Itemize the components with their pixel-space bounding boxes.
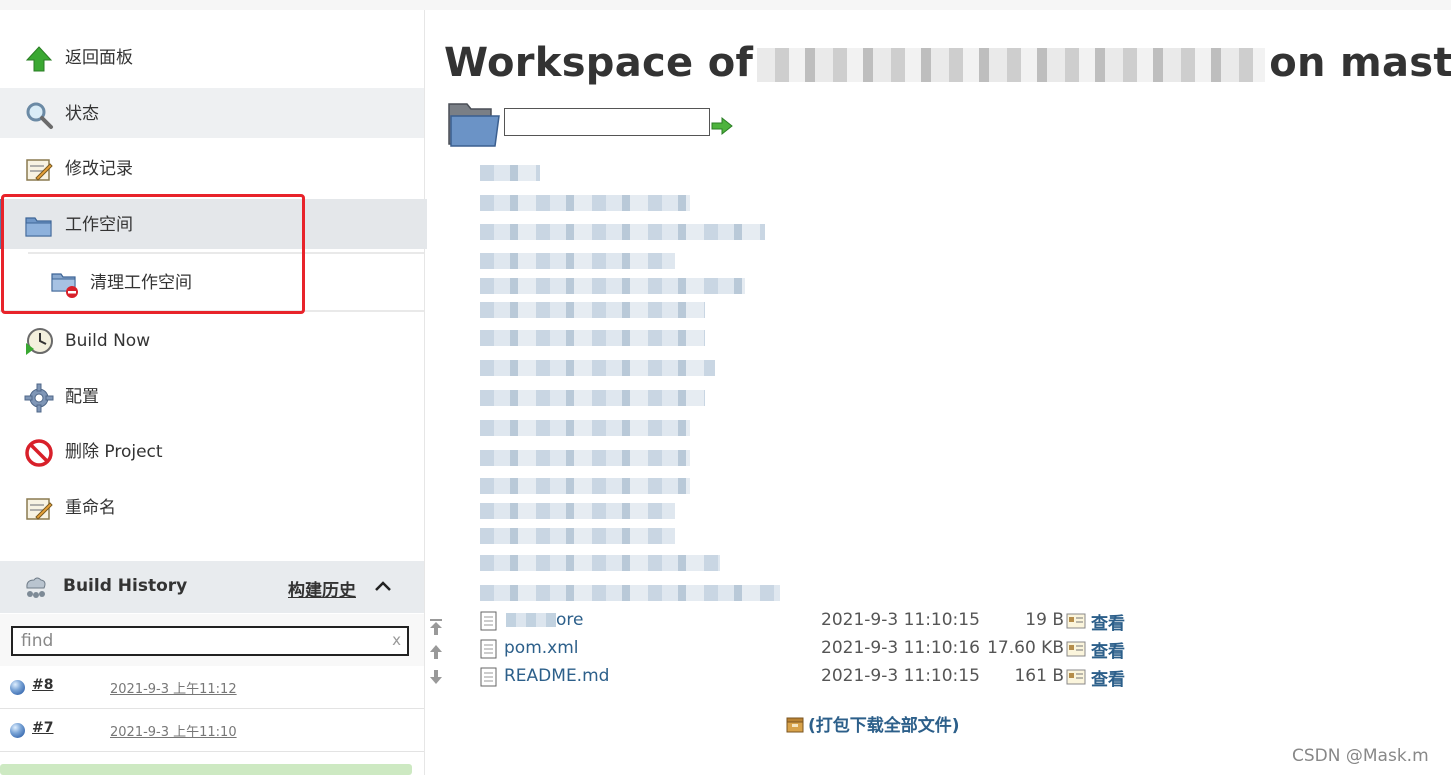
status-tooltip-bar (0, 764, 412, 775)
sidebar-item-wipe-workspace[interactable]: 清理工作空间 (0, 257, 424, 309)
build-number-link[interactable]: #7 (32, 720, 53, 736)
sidebar-item-status[interactable]: 状态 (0, 88, 424, 138)
file-icon (480, 667, 497, 687)
file-row: pom.xml 2021-9-3 11:10:16 17.60 KB 查看 (480, 637, 1180, 662)
sidebar-item-build-now[interactable]: Build Now (0, 315, 424, 367)
file-size: 17.60 KB (987, 638, 1064, 658)
page-title-prefix: Workspace of (444, 40, 754, 86)
no-entry-icon (25, 439, 53, 467)
sidebar-item-label: Build Now (65, 331, 151, 351)
file-date: 2021-9-3 11:10:16 (821, 638, 980, 658)
build-status-ball-icon (10, 723, 25, 738)
build-search-bar: find x (0, 614, 424, 666)
view-file-link[interactable]: 查看 (1091, 637, 1125, 662)
download-all-label: (打包下载全部文件) (808, 716, 960, 736)
scroll-top-icon[interactable] (429, 618, 443, 636)
sidebar-item-changes[interactable]: 修改记录 (0, 143, 424, 195)
build-search-placeholder: find (21, 631, 54, 651)
page-title: Workspace of on master (444, 40, 1451, 86)
sidebar-item-label: 重命名 (65, 498, 116, 518)
up-arrow-icon (25, 46, 53, 72)
view-file-link[interactable]: 查看 (1091, 609, 1125, 634)
build-trend-link[interactable]: 构建历史 (288, 576, 356, 601)
build-history-header: Build History 构建历史 (0, 561, 424, 613)
scroll-up-icon[interactable] (429, 644, 443, 660)
view-file-link[interactable]: 查看 (1091, 665, 1125, 690)
sidebar-item-label: 返回面板 (65, 48, 133, 68)
sidebar-item-workspace[interactable]: 工作空间 (0, 199, 427, 249)
build-status-ball-icon (10, 680, 25, 695)
redacted-job-name (757, 48, 1266, 82)
sidebar-item-label: 删除 Project (65, 442, 163, 462)
download-all-link[interactable]: (打包下载全部文件) (786, 711, 960, 736)
chevron-up-icon[interactable] (374, 579, 392, 593)
search-icon (26, 102, 53, 129)
file-size: 161 B (1014, 666, 1064, 686)
sidebar-item-label: 工作空间 (65, 215, 133, 235)
file-icon (480, 639, 497, 659)
clock-play-icon (26, 328, 53, 355)
build-date-link[interactable]: 2021-9-3 上午11:12 (110, 678, 237, 697)
page-title-suffix: on master (1269, 40, 1451, 86)
file-row: README.md 2021-9-3 11:10:15 161 B 查看 (480, 665, 1180, 690)
file-name-link[interactable]: pom.xml (504, 638, 579, 658)
package-icon (786, 717, 804, 733)
view-file-icon (1066, 669, 1086, 685)
build-history-title: Build History (63, 576, 188, 596)
sidebar-item-back-to-dashboard[interactable]: 返回面板 (0, 32, 424, 84)
file-icon (480, 611, 497, 631)
folder-delete-icon (51, 273, 78, 298)
sidebar-item-delete-project[interactable]: 删除 Project (0, 426, 424, 478)
sidebar-item-configure[interactable]: 配置 (0, 371, 424, 423)
scroll-buttons (426, 616, 446, 692)
build-history-icon (26, 577, 46, 598)
notepad-icon (26, 498, 53, 520)
folder-icon (25, 217, 52, 237)
build-number-link[interactable]: #8 (32, 677, 53, 693)
file-row: ore 2021-9-3 11:10:15 19 B 查看 (480, 609, 1180, 634)
gear-icon (24, 383, 54, 413)
sidebar-item-label: 清理工作空间 (90, 273, 192, 293)
build-row: #7 2021-9-3 上午11:10 (0, 709, 424, 752)
view-file-icon (1066, 613, 1086, 629)
notepad-icon (26, 159, 53, 181)
view-file-icon (1066, 641, 1086, 657)
build-date-link[interactable]: 2021-9-3 上午11:10 (110, 721, 237, 740)
top-strip (0, 0, 1451, 10)
sidebar-item-rename[interactable]: 重命名 (0, 482, 424, 534)
file-date: 2021-9-3 11:10:15 (821, 610, 980, 630)
file-name-link[interactable]: ore (504, 610, 583, 630)
sidebar-item-label: 修改记录 (65, 159, 133, 179)
folder-icon (448, 103, 500, 147)
file-date: 2021-9-3 11:10:15 (821, 666, 980, 686)
file-name-link[interactable]: README.md (504, 666, 609, 686)
watermark: CSDN @Mask.m (1292, 746, 1429, 766)
sidebar-item-label: 配置 (65, 387, 99, 407)
sidebar-item-label: 状态 (65, 104, 99, 124)
build-search-input[interactable]: find x (11, 626, 409, 656)
redacted-file-name (506, 613, 556, 627)
scroll-down-icon[interactable] (429, 669, 443, 685)
file-size: 19 B (1025, 610, 1064, 630)
sidebar-divider (0, 310, 424, 312)
go-arrow-icon[interactable] (711, 116, 733, 136)
path-input[interactable] (504, 108, 710, 136)
build-row: #8 2021-9-3 上午11:12 (0, 666, 424, 709)
clear-search-button[interactable]: x (392, 631, 401, 649)
subtask-divider (28, 252, 424, 254)
